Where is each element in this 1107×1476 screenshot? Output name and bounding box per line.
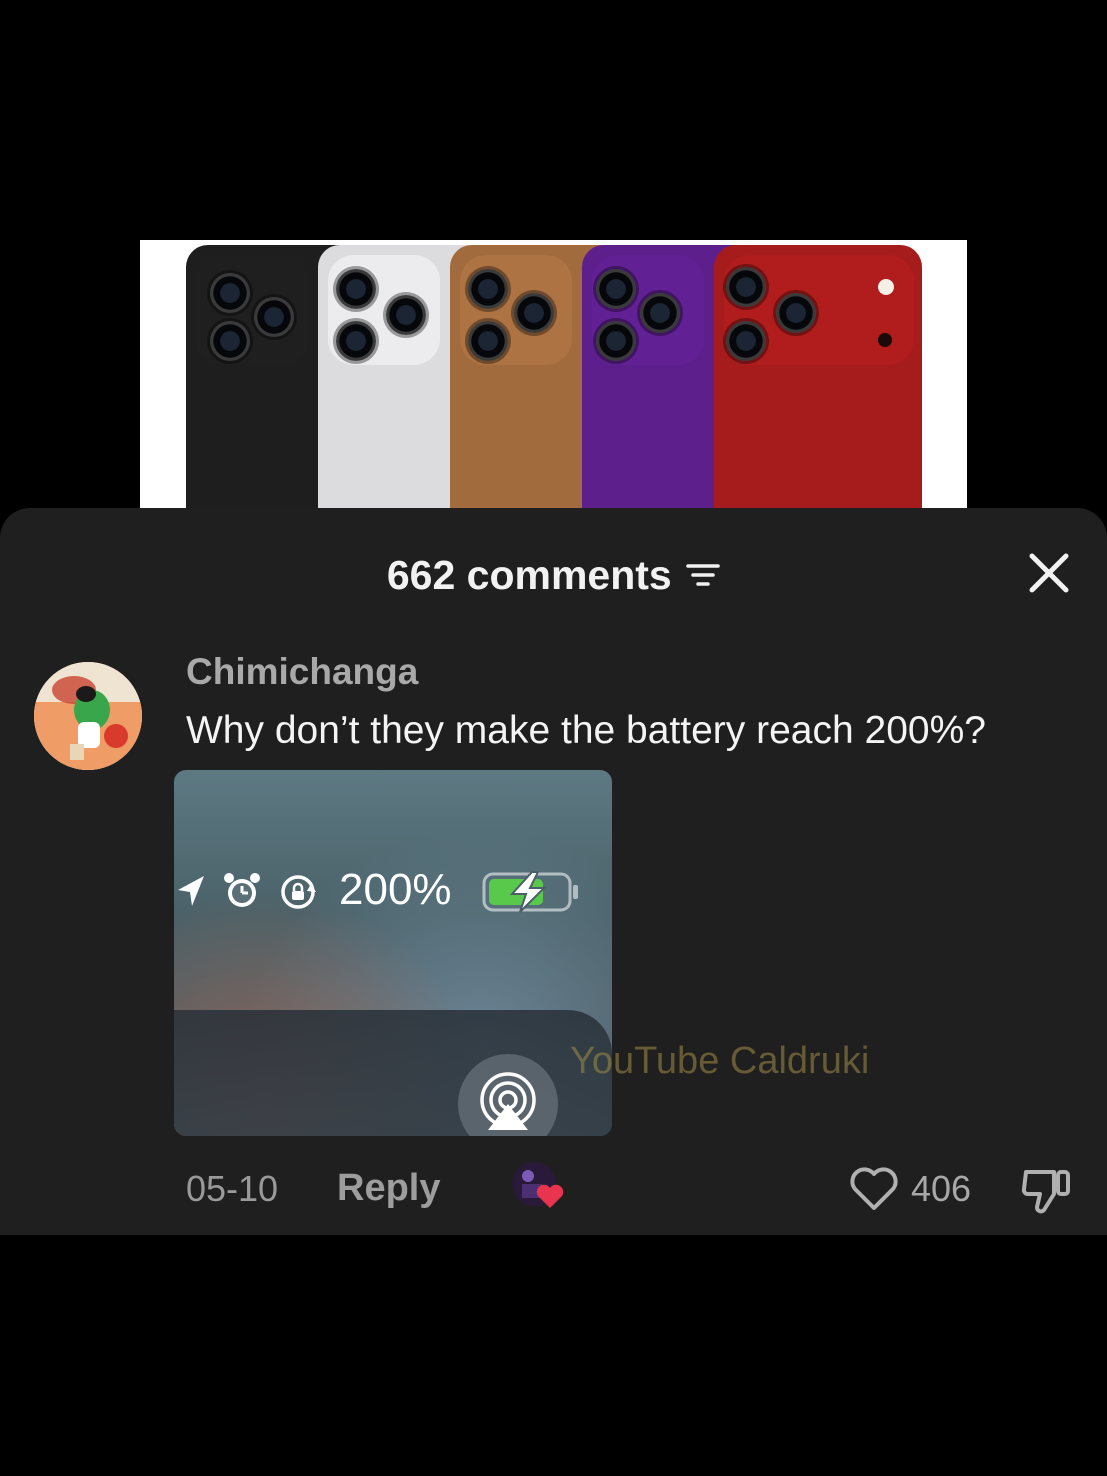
camera-lens	[210, 273, 250, 313]
camera-lens	[468, 321, 508, 361]
comment-text: Why don’t they make the battery reach 20…	[186, 709, 986, 752]
camera-lens	[596, 269, 636, 309]
status-bar: 200%	[174, 862, 612, 918]
rotation-lock-icon	[281, 875, 316, 909]
camera-lens	[596, 321, 636, 361]
camera-lens	[514, 293, 554, 333]
camera-lens	[726, 267, 766, 307]
comment-username[interactable]: Chimichanga	[186, 650, 418, 694]
close-icon[interactable]	[1026, 550, 1072, 596]
airplay-icon	[458, 1054, 558, 1136]
reply-button[interactable]: Reply	[337, 1164, 440, 1212]
camera-flash	[878, 279, 894, 295]
camera-lens	[468, 269, 508, 309]
battery-charging-icon	[482, 871, 578, 913]
camera-lens	[386, 295, 426, 335]
filter-icon[interactable]	[686, 560, 720, 590]
screen: 662 comments Chimichanga Why don’t they …	[0, 0, 1107, 1476]
creator-liked-badge	[510, 1160, 568, 1214]
camera-lens	[336, 321, 376, 361]
alarm-icon	[224, 873, 260, 907]
camera-lens	[640, 293, 680, 333]
phone-red	[714, 245, 922, 512]
comments-count: 662 comments	[386, 552, 672, 598]
lidar-sensor	[878, 333, 892, 347]
like-heart-icon[interactable]	[848, 1164, 900, 1212]
avatar[interactable]	[34, 662, 142, 770]
comment-attached-image[interactable]: 200%	[174, 770, 612, 1136]
camera-lens	[336, 269, 376, 309]
location-arrow-icon	[178, 876, 204, 906]
camera-lens	[776, 293, 816, 333]
dislike-icon[interactable]	[1020, 1164, 1074, 1216]
camera-lens	[254, 297, 294, 337]
comment-actions: 05-10 Reply 406	[0, 1160, 1107, 1220]
like-count: 406	[911, 1168, 972, 1209]
camera-lens	[726, 321, 766, 361]
comments-header: 662 comments	[0, 548, 1107, 602]
comment-timestamp: 05-10	[186, 1168, 279, 1209]
watermark: YouTube Caldruki	[570, 1040, 870, 1082]
battery-percentage: 200%	[339, 865, 452, 914]
product-image	[140, 240, 967, 512]
camera-lens	[210, 321, 250, 361]
